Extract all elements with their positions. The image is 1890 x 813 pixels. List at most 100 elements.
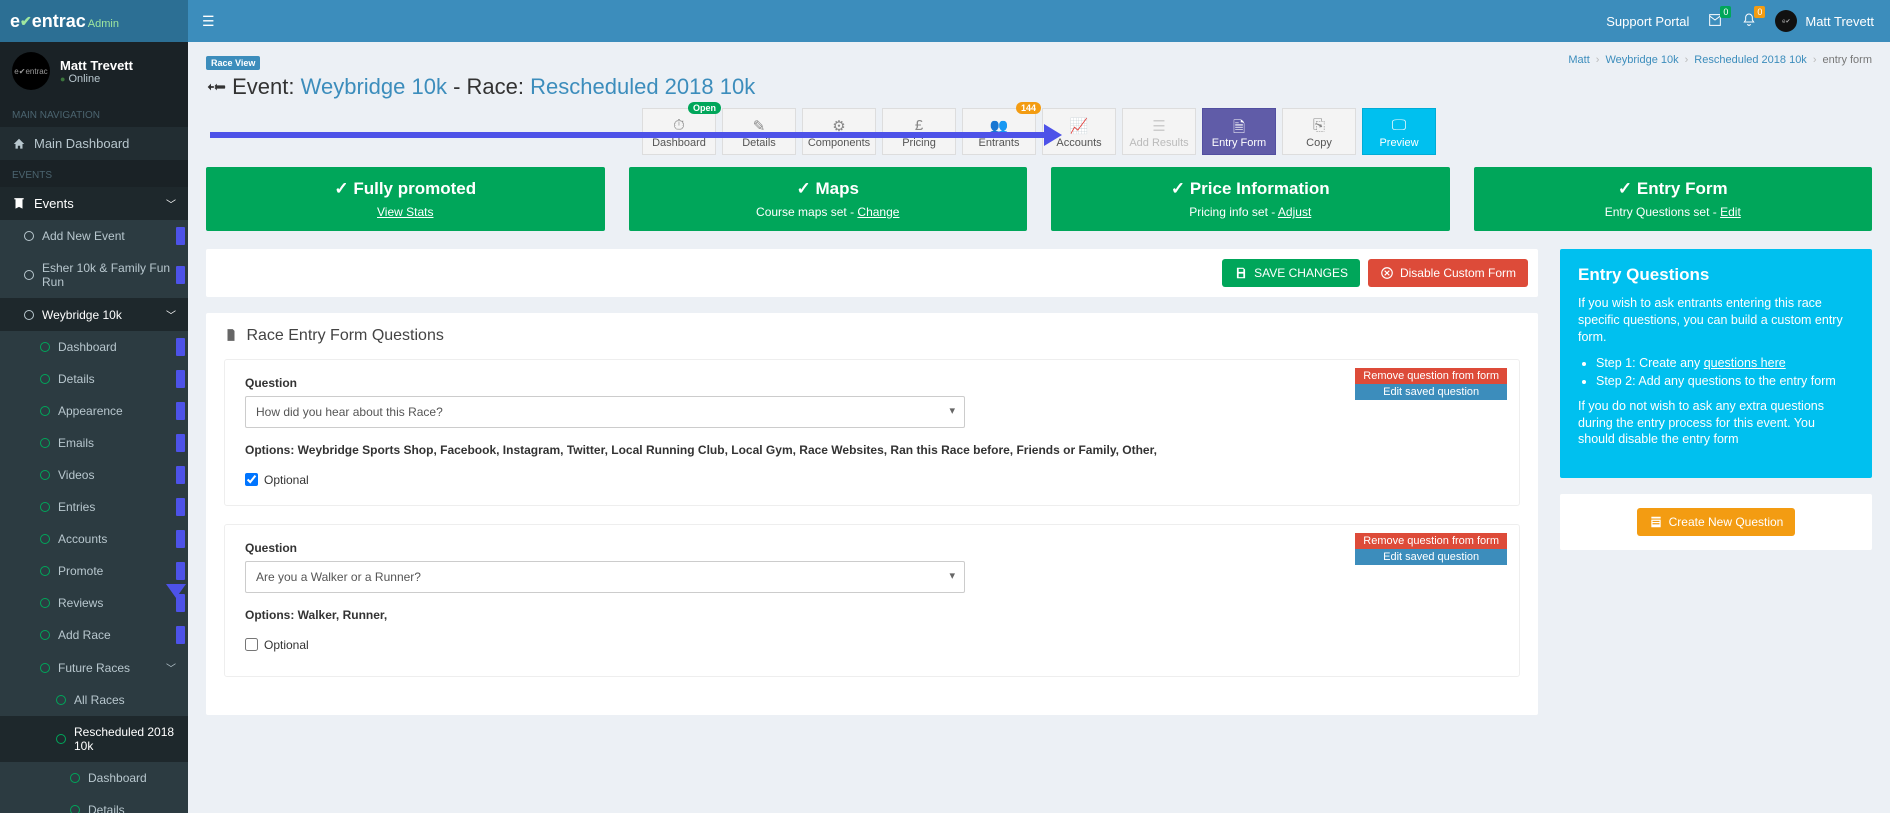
sidebar-item-add-race[interactable]: Add Race — [0, 619, 188, 651]
sidebar-user-name: Matt Trevett — [60, 58, 133, 73]
breadcrumb-current: entry form — [1822, 54, 1872, 66]
question-label: Question — [245, 376, 1499, 390]
optional-checkbox[interactable] — [245, 638, 258, 651]
sidebar-item-dashboard[interactable]: Dashboard — [0, 331, 188, 363]
annotation-arrow-head — [1044, 124, 1062, 146]
sidebar-item-promote[interactable]: Promote — [0, 555, 188, 587]
avatar: e✔ — [1775, 10, 1797, 32]
chevron-down-icon: ﹀ — [166, 196, 176, 211]
question-options: Options: Walker, Runner, — [245, 607, 1499, 624]
gauge-icon: ⏱ — [647, 117, 711, 133]
remove-question-button[interactable]: Remove question from form — [1355, 368, 1507, 384]
annotation-arrow — [210, 132, 1046, 138]
avatar: e✔entrac — [12, 52, 50, 90]
sidebar-item-reviews[interactable]: Reviews — [0, 587, 188, 619]
optional-checkbox-label[interactable]: Optional — [245, 638, 1499, 652]
monitor-icon: 🖵 — [1367, 117, 1431, 133]
question-block: Remove question from form Edit saved que… — [224, 359, 1520, 506]
info-text: If you do not wish to ask any extra ques… — [1578, 398, 1854, 449]
count-badge: 144 — [1016, 102, 1041, 114]
brand-logo[interactable]: e✔entracAdmin — [0, 0, 188, 42]
adjust-price-link[interactable]: Adjust — [1278, 205, 1311, 219]
sidebar-user-panel: e✔entrac Matt Trevett ●Online — [0, 42, 188, 100]
main-content: Race View Event: Weybridge 10k - Race: R… — [188, 42, 1890, 745]
tab-copy[interactable]: ⎘Copy — [1282, 108, 1356, 155]
edit-question-button[interactable]: Edit saved question — [1355, 384, 1507, 400]
tab-entry-form[interactable]: 🗎Entry Form — [1202, 108, 1276, 155]
box-title: Race Entry Form Questions — [224, 327, 1520, 345]
create-question-box: Create New Question — [1560, 494, 1872, 550]
sidebar-item-emails[interactable]: Emails — [0, 427, 188, 459]
sidebar-item-events[interactable]: Events ﹀ — [0, 187, 188, 220]
sidebar-item-race-dashboard[interactable]: Dashboard — [0, 762, 188, 794]
sidebar-item-details[interactable]: Details — [0, 363, 188, 395]
copy-icon: ⎘ — [1287, 117, 1351, 133]
breadcrumb-item[interactable]: Matt — [1568, 54, 1589, 66]
info-card: Entry Questions If you wish to ask entra… — [1560, 249, 1872, 478]
question-select[interactable]: How did you hear about this Race? — [245, 396, 965, 428]
status-card-promoted: Fully promoted View Stats — [206, 167, 605, 231]
users-icon: 👥 — [967, 117, 1031, 133]
user-menu[interactable]: e✔ Matt Trevett — [1775, 10, 1874, 32]
sidebar-item-appearence[interactable]: Appearence — [0, 395, 188, 427]
bell-icon[interactable]: 0 — [1741, 12, 1757, 31]
questions-here-link[interactable]: questions here — [1704, 356, 1786, 370]
optional-checkbox[interactable] — [245, 473, 258, 486]
tab-preview[interactable]: 🖵Preview — [1362, 108, 1436, 155]
mail-icon[interactable]: 0 — [1707, 12, 1723, 31]
sidebar: e✔entrac Matt Trevett ●Online MAIN NAVIG… — [0, 42, 188, 813]
status-badge: Open — [688, 102, 721, 114]
sidebar-item-rescheduled[interactable]: Rescheduled 2018 10k — [0, 716, 188, 762]
question-options: Options: Weybridge Sports Shop, Facebook… — [245, 442, 1499, 459]
support-portal-link[interactable]: Support Portal — [1606, 14, 1689, 29]
disable-custom-form-button[interactable]: Disable Custom Form — [1368, 259, 1528, 287]
status-card-entry-form: Entry Form Entry Questions set - Edit — [1474, 167, 1873, 231]
remove-question-button[interactable]: Remove question from form — [1355, 533, 1507, 549]
breadcrumb: Matt› Weybridge 10k› Rescheduled 2018 10… — [1568, 54, 1872, 66]
pound-icon: £ — [887, 117, 951, 133]
tab-add-results[interactable]: ☰Add Results — [1122, 108, 1196, 155]
optional-checkbox-label[interactable]: Optional — [245, 473, 1499, 487]
edit-icon: ✎ — [727, 117, 791, 133]
sidebar-toggle[interactable]: ☰ — [188, 13, 229, 30]
user-name: Matt Trevett — [1805, 14, 1874, 29]
question-block: Remove question from form Edit saved que… — [224, 524, 1520, 677]
race-link[interactable]: Rescheduled 2018 10k — [530, 74, 755, 99]
create-new-question-button[interactable]: Create New Question — [1637, 508, 1796, 536]
sidebar-item-add-new-event[interactable]: Add New Event — [0, 220, 188, 252]
sidebar-item-accounts[interactable]: Accounts — [0, 523, 188, 555]
race-view-badge: Race View — [206, 56, 260, 70]
sidebar-item-esher[interactable]: Esher 10k & Family Fun Run — [0, 252, 188, 298]
file-icon: 🗎 — [1207, 117, 1271, 133]
event-link[interactable]: Weybridge 10k — [301, 74, 447, 99]
question-select[interactable]: Are you a Walker or a Runner? — [245, 561, 965, 593]
sidebar-item-all-races[interactable]: All Races — [0, 684, 188, 716]
sidebar-item-videos[interactable]: Videos — [0, 459, 188, 491]
change-maps-link[interactable]: Change — [857, 205, 899, 219]
edit-question-button[interactable]: Edit saved question — [1355, 549, 1507, 565]
info-text: If you wish to ask entrants entering thi… — [1578, 295, 1854, 346]
sidebar-item-entries[interactable]: Entries — [0, 491, 188, 523]
sidebar-item-weybridge[interactable]: Weybridge 10k﹀ — [0, 298, 188, 331]
view-stats-link[interactable]: View Stats — [377, 205, 433, 219]
list-icon: ☰ — [1127, 117, 1191, 133]
nav-header-events: Events — [0, 160, 188, 187]
edit-entry-form-link[interactable]: Edit — [1720, 205, 1741, 219]
nav-header: MAIN NAVIGATION — [0, 100, 188, 127]
save-changes-button[interactable]: SAVE CHANGES — [1222, 259, 1360, 287]
status-card-price: Price Information Pricing info set - Adj… — [1051, 167, 1450, 231]
gears-icon: ⚙ — [807, 117, 871, 133]
page-title: Event: Weybridge 10k - Race: Rescheduled… — [206, 74, 755, 100]
bell-badge: 0 — [1754, 6, 1765, 18]
breadcrumb-item[interactable]: Rescheduled 2018 10k — [1694, 54, 1807, 66]
breadcrumb-item[interactable]: Weybridge 10k — [1605, 54, 1678, 66]
sidebar-item-main-dashboard[interactable]: Main Dashboard — [0, 127, 188, 160]
chevron-down-icon: ﹀ — [166, 660, 176, 675]
action-bar: SAVE CHANGES Disable Custom Form — [206, 249, 1538, 297]
sidebar-item-future-races[interactable]: Future Races﹀ — [0, 651, 188, 684]
form-questions-box: Race Entry Form Questions Remove questio… — [206, 313, 1538, 715]
mail-badge: 0 — [1720, 6, 1731, 18]
question-label: Question — [245, 541, 1499, 555]
sidebar-item-race-details[interactable]: Details — [0, 794, 188, 813]
status-card-maps: Maps Course maps set - Change — [629, 167, 1028, 231]
